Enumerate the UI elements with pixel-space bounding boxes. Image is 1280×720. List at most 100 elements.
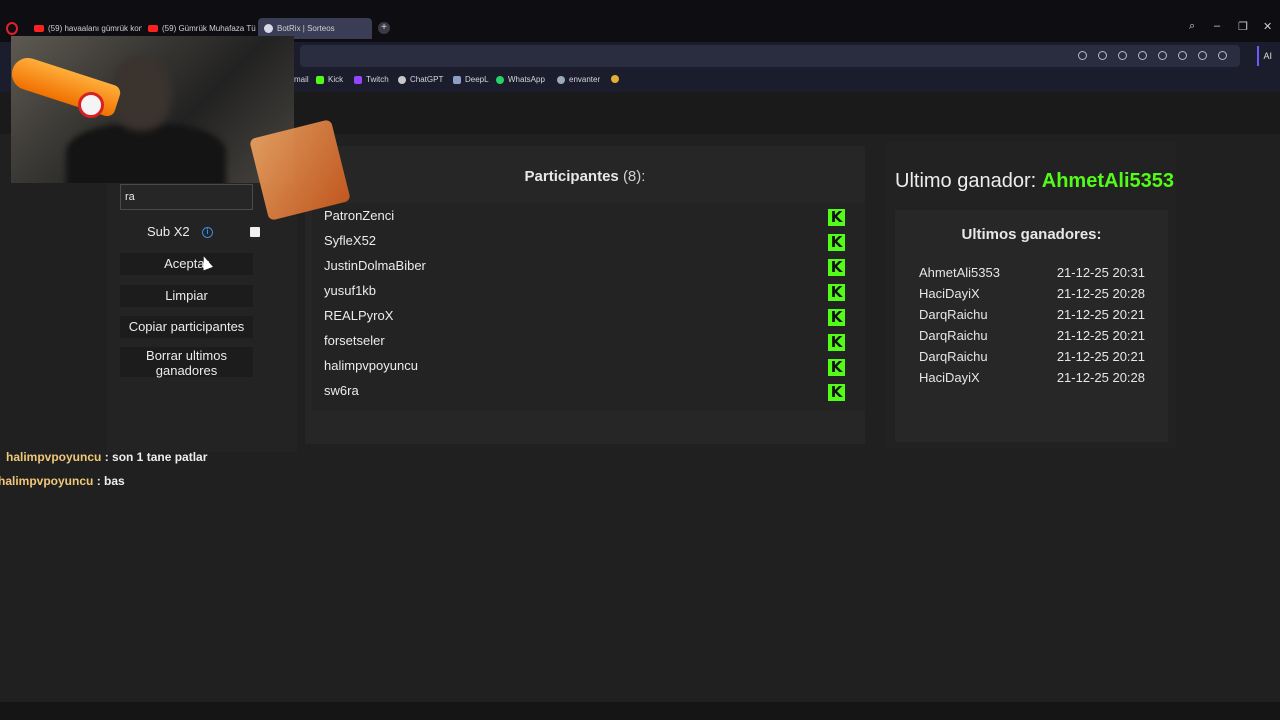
kick-icon: K: [828, 259, 845, 276]
chat-username: halimpvpoyuncu: [0, 474, 94, 488]
winner-time: 21-12-25 20:21: [1056, 307, 1145, 322]
kick-icon: K: [828, 234, 845, 251]
extensions-icon[interactable]: [1138, 51, 1147, 60]
winner-name: AhmetAli5353: [919, 265, 1000, 280]
bottom-bar: [0, 702, 1280, 720]
tab-label: (59) havaalanı gümrük kon: [48, 24, 142, 33]
shield-icon[interactable]: [1118, 51, 1127, 60]
winner-time: 21-12-25 20:28: [1056, 286, 1145, 301]
download-icon[interactable]: [1178, 51, 1187, 60]
chat-text: : son 1 tane patlar: [104, 450, 208, 464]
botrix-icon: [264, 24, 273, 33]
clear-button[interactable]: Limpiar: [120, 285, 253, 307]
chatgpt-icon: [398, 75, 406, 84]
participant-name: PatronZenci: [324, 208, 395, 223]
last-winner-name: AhmetAli5353: [1041, 170, 1175, 192]
emoji-icon: [611, 75, 619, 83]
bookmark-label: Kick: [328, 75, 344, 84]
participants-count: (8):: [622, 168, 646, 185]
winner-row: DarqRaichu 21-12-25 20:21: [919, 307, 1145, 322]
whatsapp-icon: [496, 75, 504, 84]
accept-button[interactable]: Aceptar: [120, 253, 253, 275]
bookmark-mail[interactable]: mail: [294, 75, 309, 84]
delete-winners-button[interactable]: Borrar ultimos ganadores: [120, 347, 253, 378]
youtube-icon: [148, 25, 158, 32]
winner-time: 21-12-25 20:28: [1056, 370, 1145, 385]
camera-icon[interactable]: [1098, 51, 1107, 60]
deepl-icon: [453, 75, 461, 84]
opera-logo-icon[interactable]: [6, 22, 18, 35]
chat-message: halimpvpoyuncu : bas: [0, 474, 125, 488]
winner-time: 21-12-25 20:31: [1056, 265, 1145, 280]
participants-title: Participantes (8):: [305, 168, 865, 185]
winner-name: DarqRaichu: [919, 328, 988, 343]
menu-icon[interactable]: [1198, 51, 1207, 60]
participant-name: JustinDolmaBiber: [324, 258, 426, 273]
winner-row: DarqRaichu 21-12-25 20:21: [919, 349, 1145, 364]
winner-name: HaciDayiX: [919, 370, 980, 385]
chat-text: : bas: [96, 474, 125, 488]
kick-icon: K: [828, 209, 845, 226]
webcam-overlay: [11, 36, 294, 183]
bookmark-chatgpt[interactable]: ChatGPT: [398, 75, 443, 84]
participant-name: halimpvpoyuncu: [324, 358, 418, 373]
participant-name: REALPyroX: [324, 308, 394, 323]
search-icon[interactable]: ⌕: [1189, 20, 1195, 33]
steam-icon: [557, 75, 565, 84]
tab-label: (59) Gümrük Muhafaza Tü: [162, 24, 256, 33]
restore-icon[interactable]: ❐: [1238, 20, 1248, 33]
ai-button[interactable]: AI: [1257, 46, 1276, 66]
zoom-icon[interactable]: [1078, 51, 1087, 60]
bookmark-deepl[interactable]: DeepL: [453, 75, 489, 84]
winner-row: HaciDayiX 21-12-25 20:28: [919, 286, 1145, 301]
participant-name: yusuf1kb: [324, 283, 377, 298]
participant-name: forsetseler: [324, 333, 385, 348]
sub-x2-checkbox[interactable]: [250, 227, 260, 237]
last-winner-label: Ultimo ganador:: [895, 170, 1037, 192]
bookmark-label: WhatsApp: [508, 75, 545, 84]
delete-winners-label-2: ganadores: [155, 363, 218, 378]
kick-icon: K: [828, 384, 845, 401]
kick-icon: K: [828, 284, 845, 301]
bookmark-whatsapp[interactable]: WhatsApp: [496, 75, 545, 84]
bookmark-extra[interactable]: [611, 75, 619, 83]
kick-icon: K: [828, 334, 845, 351]
participant-row[interactable]: PatronZenci K: [324, 208, 845, 228]
chat-username: halimpvpoyuncu: [6, 450, 102, 464]
participant-row[interactable]: JustinDolmaBiber K: [324, 258, 845, 278]
bookmark-kick[interactable]: Kick: [316, 75, 343, 84]
bookmark-label: Twitch: [366, 75, 389, 84]
bookmark-envanter[interactable]: envanter: [557, 75, 600, 84]
minimize-icon[interactable]: –: [1214, 20, 1220, 32]
participant-row[interactable]: sw6ra K: [324, 383, 845, 403]
winner-time: 21-12-25 20:21: [1056, 328, 1145, 343]
recent-winners-box: [895, 210, 1168, 442]
participant-row[interactable]: REALPyroX K: [324, 308, 845, 328]
participant-row[interactable]: SyfleX52 K: [324, 233, 845, 253]
bookmark-twitch[interactable]: Twitch: [354, 75, 389, 84]
keyword-input[interactable]: [120, 184, 253, 210]
info-icon[interactable]: i: [202, 227, 213, 238]
participant-name: sw6ra: [324, 383, 359, 398]
youtube-icon: [34, 25, 44, 32]
screen: (59) havaalanı gümrük kon (59) Gümrük Mu…: [0, 0, 1280, 720]
winner-row: DarqRaichu 21-12-25 20:21: [919, 328, 1145, 343]
participant-row[interactable]: halimpvpoyuncu K: [324, 358, 845, 378]
profile-icon[interactable]: [1218, 51, 1227, 60]
twitch-icon: [354, 75, 362, 84]
winner-name: DarqRaichu: [919, 307, 988, 322]
chat-message: halimpvpoyuncu : son 1 tane patlar: [6, 450, 207, 464]
last-winner: Ultimo ganador: AhmetAli5353: [895, 170, 1174, 193]
participant-name: SyfleX52: [324, 233, 377, 248]
sub-x2-label: Sub X2: [147, 224, 190, 239]
copy-participants-button[interactable]: Copiar participantes: [120, 316, 253, 338]
close-icon[interactable]: ✕: [1263, 20, 1272, 33]
kick-icon: [316, 75, 324, 84]
participant-row[interactable]: yusuf1kb K: [324, 283, 845, 303]
tab-label: BotRix | Sorteos: [277, 24, 335, 33]
participant-row[interactable]: forsetseler K: [324, 333, 845, 353]
kick-icon: K: [828, 359, 845, 376]
heart-icon[interactable]: [1158, 51, 1167, 60]
new-tab-button[interactable]: +: [378, 22, 390, 34]
participants-heading: Participantes: [524, 168, 619, 185]
